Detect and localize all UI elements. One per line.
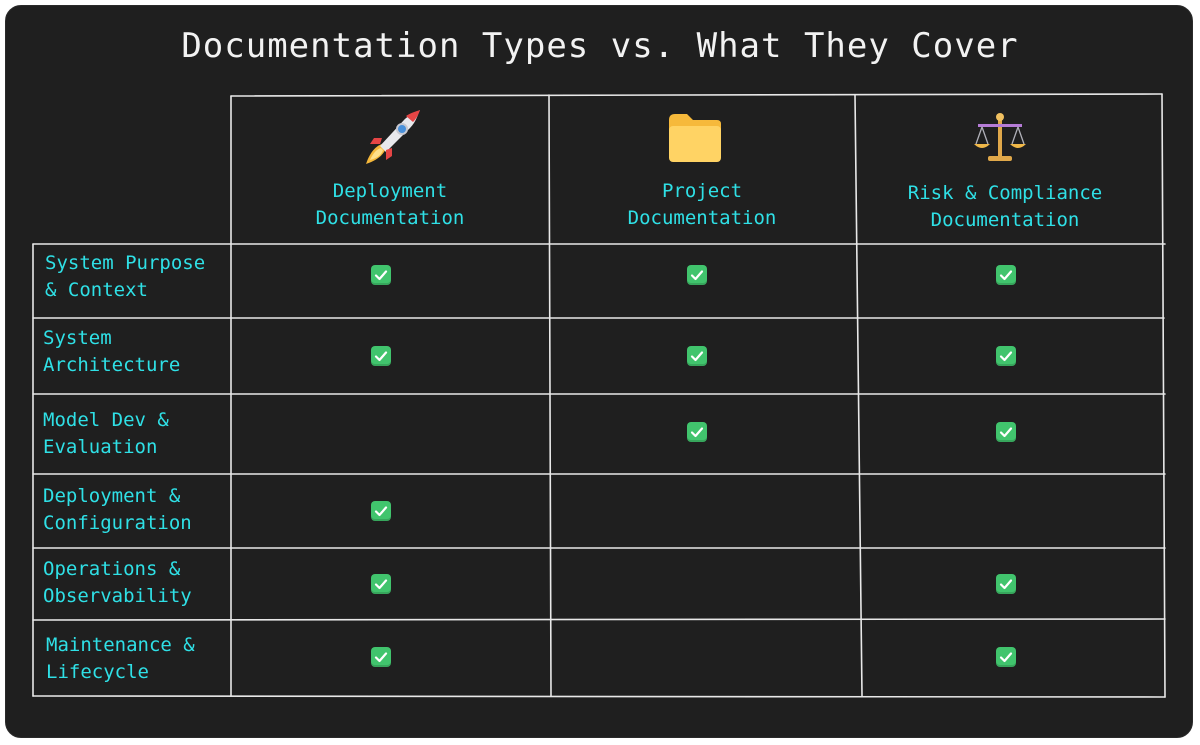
check-mark-icon [996, 265, 1016, 285]
check-mark-icon [996, 346, 1016, 366]
row-header-system-purpose: System Purpose & Context [45, 252, 206, 301]
column-header-deployment: Deployment Documentation [315, 180, 465, 229]
check-mark-icon [996, 647, 1016, 667]
check-mark-icon [371, 346, 391, 366]
check-mark-icon [371, 501, 391, 521]
row-header-operations: Operations & Observability [43, 558, 192, 607]
check-mark-icon [687, 422, 707, 442]
rocket-icon [366, 110, 420, 164]
check-mark-icon [996, 422, 1016, 442]
check-mark-icon [371, 574, 391, 594]
row-header-deployment-config: Deployment & Configuration [43, 485, 192, 534]
column-header-risk-compliance: Risk & Compliance Documentation [907, 182, 1103, 231]
check-mark-icon [687, 346, 707, 366]
balance-scale-icon [974, 113, 1026, 161]
row-header-system-architecture: System Architecture [43, 327, 181, 376]
folder-icon [669, 114, 721, 162]
column-header-project: Project Documentation [627, 180, 777, 229]
check-mark-icon [996, 574, 1016, 594]
check-mark-icon [687, 265, 707, 285]
check-mark-icon [371, 647, 391, 667]
check-mark-icon [371, 265, 391, 285]
row-header-model-dev: Model Dev & Evaluation [43, 409, 169, 458]
row-header-maintenance: Maintenance & Lifecycle [46, 634, 195, 683]
